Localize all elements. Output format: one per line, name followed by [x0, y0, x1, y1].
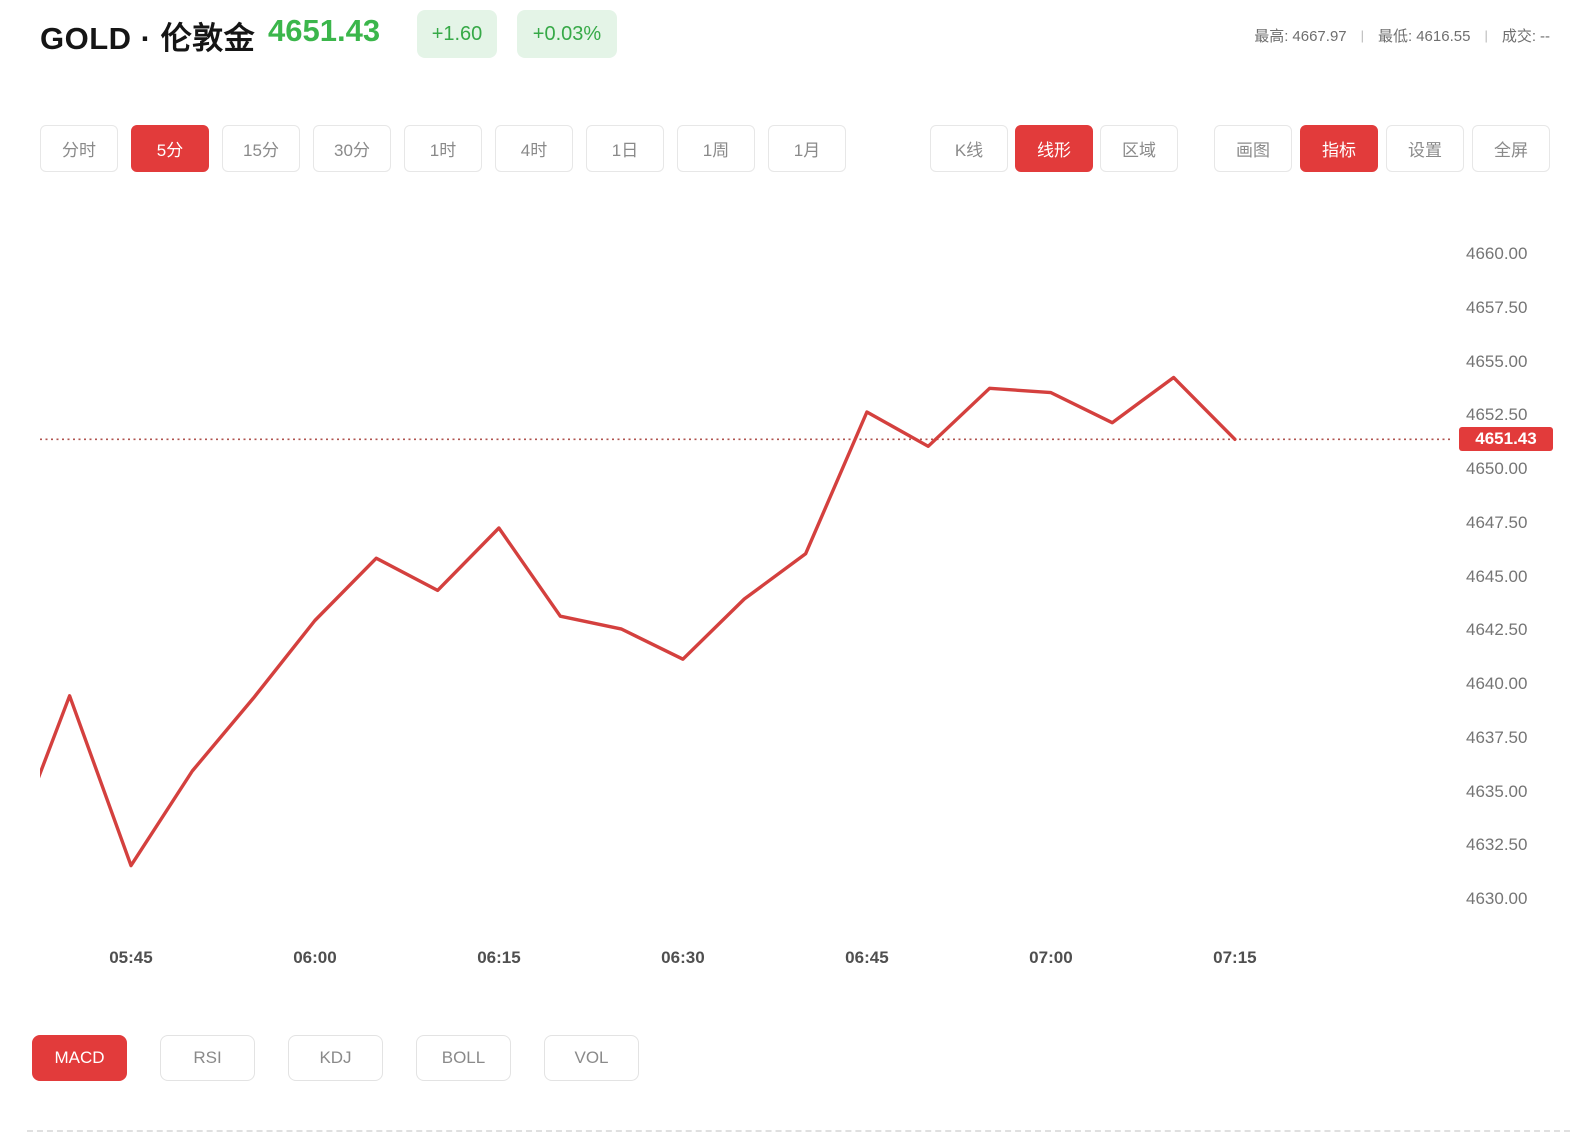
y-axis-label: 4640.00 — [1466, 674, 1527, 694]
indicator-button-group: MACD RSI KDJ BOLL VOL — [32, 1035, 639, 1081]
y-axis-label: 4630.00 — [1466, 889, 1527, 909]
session-stats: 最高:4667.97 | 最低:4616.55 | 成交:-- — [1254, 25, 1550, 46]
price-line-series — [40, 378, 1235, 866]
stats-separator: | — [1484, 28, 1487, 43]
period-1m-button[interactable]: 1月 — [768, 125, 846, 172]
instrument-title: GOLD · 伦敦金 — [40, 13, 255, 58]
y-axis-label: 4635.00 — [1466, 782, 1527, 802]
change-percent-badge: +0.03% — [517, 10, 617, 58]
x-axis-label: 06:30 — [661, 948, 704, 968]
tool-indicator-button[interactable]: 指标 — [1300, 125, 1378, 172]
period-1h-button[interactable]: 1时 — [404, 125, 482, 172]
x-axis-label: 05:45 — [109, 948, 152, 968]
stat-high-value: 4667.97 — [1292, 28, 1346, 45]
stat-low-value: 4616.55 — [1416, 28, 1470, 45]
y-axis-label: 4657.50 — [1466, 298, 1527, 318]
y-axis-label: 4632.50 — [1466, 835, 1527, 855]
tool-button-group: 画图指标设置全屏 — [1214, 125, 1550, 172]
period-15min-button[interactable]: 15分 — [222, 125, 300, 172]
period-button-group: 分时 5分 15分 30分 1时 4时 1日 1周 1月 — [40, 125, 846, 172]
stats-separator: | — [1361, 28, 1364, 43]
y-axis-label: 4647.50 — [1466, 513, 1527, 533]
indicator-macd-button[interactable]: MACD — [32, 1035, 127, 1081]
type-candlestick-button[interactable]: K线 — [930, 125, 1008, 172]
change-badge: +1.60 — [417, 10, 497, 58]
panel-divider — [27, 1130, 1570, 1132]
trading-chart-page: GOLD · 伦敦金 4651.43 +1.60 +0.03% 最高:4667.… — [0, 0, 1570, 1136]
stat-volume: 成交:-- — [1502, 25, 1550, 46]
stat-low-label: 最低: — [1378, 28, 1412, 45]
period-5min-button[interactable]: 5分 — [131, 125, 209, 172]
y-axis-label: 4637.50 — [1466, 728, 1527, 748]
x-axis-label: 06:00 — [293, 948, 336, 968]
stat-low: 最低:4616.55 — [1378, 25, 1470, 46]
chart-type-button-group: K线线形区域 — [930, 125, 1178, 172]
type-area-button[interactable]: 区域 — [1100, 125, 1178, 172]
period-time-share-button[interactable]: 分时 — [40, 125, 118, 172]
indicator-boll-button[interactable]: BOLL — [416, 1035, 511, 1081]
stat-high-label: 最高: — [1254, 28, 1288, 45]
stat-volume-label: 成交: — [1502, 28, 1536, 45]
x-axis-label: 07:00 — [1029, 948, 1072, 968]
type-line-button[interactable]: 线形 — [1015, 125, 1093, 172]
last-price: 4651.43 — [268, 13, 380, 49]
tool-settings-button[interactable]: 设置 — [1386, 125, 1464, 172]
y-axis-label: 4655.00 — [1466, 352, 1527, 372]
chart-canvas[interactable] — [40, 225, 1452, 915]
y-axis-label: 4652.50 — [1466, 405, 1527, 425]
tool-draw-button[interactable]: 画图 — [1214, 125, 1292, 172]
indicator-rsi-button[interactable]: RSI — [160, 1035, 255, 1081]
y-axis-label: 4660.00 — [1466, 244, 1527, 264]
y-axis-label: 4642.50 — [1466, 620, 1527, 640]
x-axis-label: 06:15 — [477, 948, 520, 968]
indicator-kdj-button[interactable]: KDJ — [288, 1035, 383, 1081]
indicator-vol-button[interactable]: VOL — [544, 1035, 639, 1081]
period-30min-button[interactable]: 30分 — [313, 125, 391, 172]
y-axis-label: 4650.00 — [1466, 459, 1527, 479]
current-price-tag: 4651.43 — [1459, 427, 1553, 451]
stat-volume-value: -- — [1540, 28, 1550, 45]
period-1d-button[interactable]: 1日 — [586, 125, 664, 172]
x-axis-label: 06:45 — [845, 948, 888, 968]
period-4h-button[interactable]: 4时 — [495, 125, 573, 172]
x-axis-label: 07:15 — [1213, 948, 1256, 968]
y-axis-label: 4645.00 — [1466, 567, 1527, 587]
period-1w-button[interactable]: 1周 — [677, 125, 755, 172]
stat-high: 最高:4667.97 — [1254, 25, 1346, 46]
tool-fullscreen-button[interactable]: 全屏 — [1472, 125, 1550, 172]
